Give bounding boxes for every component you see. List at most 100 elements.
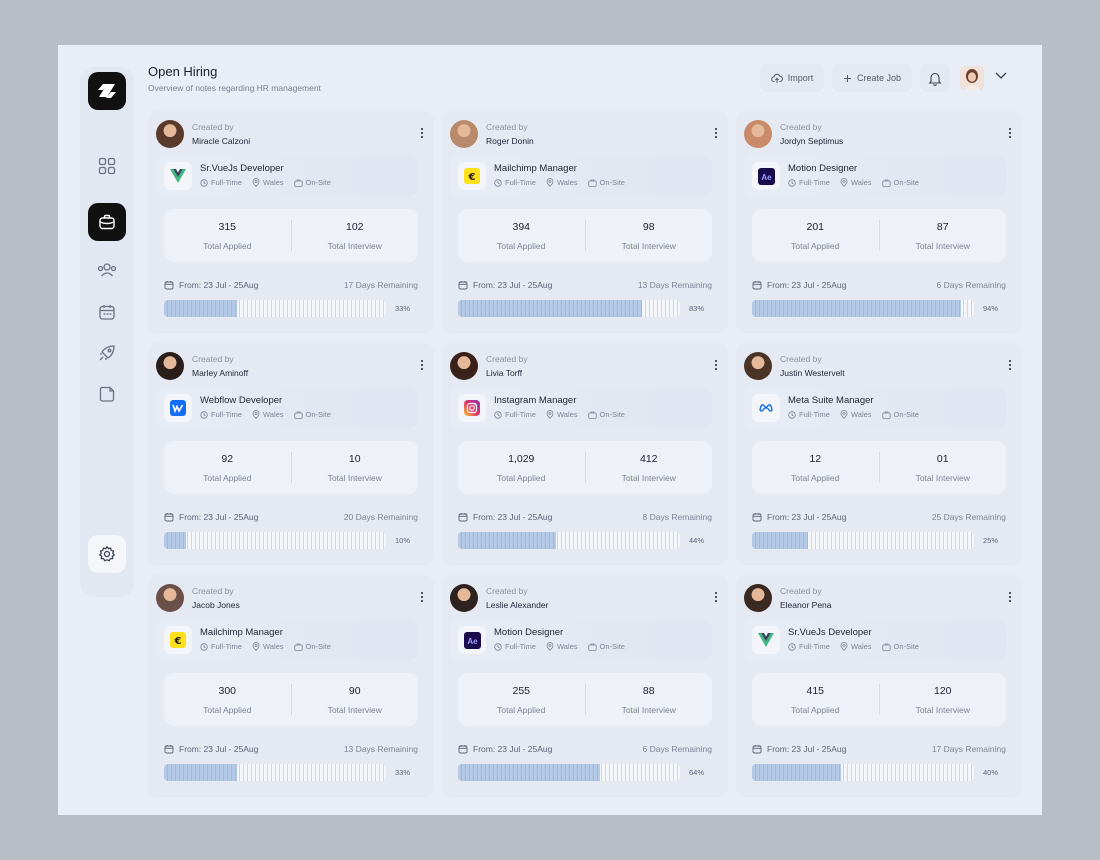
job-card[interactable]: Created by Miracle Calzoni Sr.VueJs Deve…: [148, 111, 434, 333]
after-effects-logo-icon: Ae: [463, 631, 481, 649]
days-remaining: 13 Days Remaining: [637, 280, 712, 290]
vue-logo-icon: [170, 169, 186, 183]
total-applied: 255 Total Applied: [458, 673, 585, 726]
job-location-label: Wales: [262, 410, 284, 419]
job-info: Meta Suite Manager Full-Time Wales On-Si…: [744, 388, 1006, 428]
office-bag-icon: [293, 643, 303, 651]
calendar-icon: [752, 745, 762, 754]
calendar-icon: [458, 745, 468, 754]
total-interview-label: Total Interview: [915, 704, 970, 715]
app-window: Open Hiring Overview of notes regarding …: [58, 45, 1042, 815]
progress-fill: [458, 532, 556, 549]
job-card[interactable]: Created by Jordyn Septimus Ae Motion Des…: [736, 111, 1022, 333]
sidebar-item-files[interactable]: [88, 375, 126, 413]
date-range: From: 23 Jul - 25Aug: [164, 512, 258, 522]
job-card[interactable]: Created by Livia Torff Instagram Manager…: [442, 343, 728, 565]
progress-fill: [458, 300, 643, 317]
clock-icon: [200, 178, 208, 187]
sidebar-item-calendar[interactable]: [88, 293, 126, 331]
stats-panel: 255 Total Applied 88 Total Interview: [458, 673, 712, 726]
create-job-button[interactable]: Create Job: [832, 64, 912, 92]
svg-text:Ae: Ae: [467, 637, 478, 646]
date-row: From: 23 Jul - 25Aug 17 Days Remaining: [164, 280, 418, 290]
total-applied-label: Total Applied: [497, 240, 546, 251]
app-logo[interactable]: [88, 72, 126, 110]
chevron-down-icon[interactable]: [994, 70, 1008, 80]
creator-avatar: [156, 120, 184, 148]
creator-name: Jacob Jones: [192, 600, 240, 610]
total-interview: 88 Total Interview: [586, 673, 713, 726]
job-type: Full-Time: [200, 642, 242, 651]
job-type: Full-Time: [494, 410, 536, 419]
job-card[interactable]: Created by Leslie Alexander Ae Motion De…: [442, 575, 728, 797]
total-applied-label: Total Applied: [497, 704, 546, 715]
more-vertical-icon[interactable]: [420, 359, 424, 371]
import-button[interactable]: Import: [760, 64, 824, 92]
job-card[interactable]: Created by Jacob Jones € Mailchimp Manag…: [148, 575, 434, 797]
page-subtitle: Overview of notes regarding HR managemen…: [148, 83, 321, 93]
days-remaining: 17 Days Remaining: [343, 280, 418, 290]
date-row: From: 23 Jul - 25Aug 13 Days Remaining: [458, 280, 712, 290]
sidebar-item-launch[interactable]: [88, 334, 126, 372]
job-meta: Full-Time Wales On-Site: [200, 642, 331, 651]
date-row: From: 23 Jul - 25Aug 25 Days Remaining: [752, 512, 1006, 522]
job-card[interactable]: Created by Marley Aminoff Webflow Develo…: [148, 343, 434, 565]
creator-name: Marley Aminoff: [192, 368, 249, 378]
clock-icon: [788, 642, 796, 651]
job-info: Ae Motion Designer Full-Time Wales On-Si…: [744, 156, 1006, 196]
date-range: From: 23 Jul - 25Aug: [458, 744, 552, 754]
job-meta: Full-Time Wales On-Site: [788, 178, 919, 187]
progress-track: [752, 764, 974, 781]
creator-name: Livia Torff: [486, 368, 523, 378]
more-vertical-icon[interactable]: [420, 127, 424, 139]
clock-icon: [788, 410, 796, 419]
svg-text:€: €: [468, 172, 476, 183]
job-location: Wales: [546, 178, 578, 187]
progress-bar: 83%: [458, 300, 712, 317]
date-row: From: 23 Jul - 25Aug 17 Days Remaining: [752, 744, 1006, 754]
job-mode: On-Site: [881, 178, 919, 187]
more-vertical-icon[interactable]: [1008, 591, 1012, 603]
creator-name: Roger Donin: [486, 136, 534, 146]
job-title: Sr.VueJs Developer: [200, 163, 284, 174]
progress-track: [164, 532, 386, 549]
job-meta: Full-Time Wales On-Site: [494, 642, 625, 651]
job-type-label: Full-Time: [211, 642, 242, 651]
more-vertical-icon[interactable]: [714, 359, 718, 371]
user-avatar[interactable]: [960, 66, 984, 90]
more-vertical-icon[interactable]: [714, 127, 718, 139]
notifications-button[interactable]: [920, 64, 950, 92]
job-card[interactable]: Created by Roger Donin € Mailchimp Manag…: [442, 111, 728, 333]
total-applied: 415 Total Applied: [752, 673, 879, 726]
progress-track: [458, 300, 680, 317]
job-title: Mailchimp Manager: [494, 163, 577, 174]
job-mode-label: On-Site: [893, 178, 919, 187]
more-vertical-icon[interactable]: [1008, 127, 1012, 139]
job-type-label: Full-Time: [505, 410, 536, 419]
webflow-logo-icon: [170, 400, 186, 416]
job-mode: On-Site: [587, 410, 625, 419]
job-card[interactable]: Created by Justin Westervelt Meta Suite …: [736, 343, 1022, 565]
sidebar-item-users[interactable]: [88, 251, 126, 289]
more-vertical-icon[interactable]: [420, 591, 424, 603]
progress-percent: 40%: [982, 768, 998, 777]
more-vertical-icon[interactable]: [1008, 359, 1012, 371]
more-vertical-icon[interactable]: [714, 591, 718, 603]
job-meta: Full-Time Wales On-Site: [494, 410, 625, 419]
bell-icon: [928, 72, 942, 86]
job-location-label: Wales: [262, 642, 284, 651]
job-card[interactable]: Created by Eleanor Pena Sr.VueJs Develop…: [736, 575, 1022, 797]
progress-percent: 94%: [982, 304, 998, 313]
job-mode: On-Site: [293, 642, 331, 651]
progress-track: [458, 532, 680, 549]
creator-avatar: [744, 584, 772, 612]
location-pin-icon: [840, 642, 848, 651]
job-type-label: Full-Time: [505, 642, 536, 651]
sidebar-item-dashboard[interactable]: [88, 147, 126, 185]
stats-panel: 300 Total Applied 90 Total Interview: [164, 673, 418, 726]
progress-percent: 44%: [688, 536, 704, 545]
job-title: Motion Designer: [494, 627, 564, 638]
sidebar-item-jobs[interactable]: [88, 203, 126, 241]
vue-logo-icon: [758, 633, 774, 647]
settings-button[interactable]: [88, 535, 126, 573]
